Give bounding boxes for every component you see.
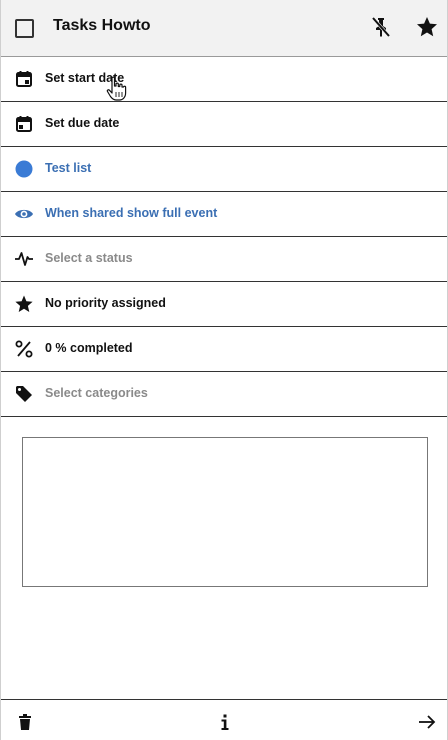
app-header: Tasks Howto <box>1 0 447 57</box>
star-icon <box>15 295 33 312</box>
sharing-row[interactable]: When shared show full event <box>1 192 447 237</box>
eye-icon <box>15 209 33 219</box>
row-label: Select a status <box>45 251 133 265</box>
star-icon[interactable] <box>415 15 439 39</box>
row-label: 0 % completed <box>45 341 133 355</box>
calendar-due-icon <box>16 116 32 132</box>
notes-textarea[interactable] <box>22 437 428 587</box>
hand-cursor-icon <box>106 76 127 101</box>
task-complete-checkbox[interactable] <box>15 19 34 38</box>
tag-icon <box>16 386 32 402</box>
row-label: Set due date <box>45 116 120 130</box>
row-label: Test list <box>45 161 92 175</box>
row-label: When shared show full event <box>45 206 218 220</box>
trash-icon[interactable] <box>15 712 35 732</box>
task-title[interactable]: Tasks Howto <box>53 17 151 35</box>
info-icon[interactable] <box>215 712 235 732</box>
percent-icon <box>15 340 33 358</box>
progress-row[interactable]: 0 % completed <box>1 327 447 372</box>
list-row[interactable]: Test list <box>1 147 447 192</box>
calendar-start-icon <box>16 71 32 87</box>
status-row[interactable]: Select a status <box>1 237 447 282</box>
categories-row[interactable]: Select categories <box>1 372 447 417</box>
arrow-right-icon[interactable] <box>417 712 437 732</box>
status-pulse-icon <box>15 252 33 266</box>
list-color-dot-icon <box>15 160 33 178</box>
bottom-toolbar <box>1 699 447 740</box>
start-date-row[interactable]: Set start date <box>1 57 447 102</box>
due-date-row[interactable]: Set due date <box>1 102 447 147</box>
row-label: Select categories <box>45 386 148 400</box>
row-label: No priority assigned <box>45 296 166 310</box>
task-editor: Tasks Howto Set start date Set due date … <box>0 0 448 740</box>
pin-off-icon[interactable] <box>369 15 393 39</box>
priority-row[interactable]: No priority assigned <box>1 282 447 327</box>
